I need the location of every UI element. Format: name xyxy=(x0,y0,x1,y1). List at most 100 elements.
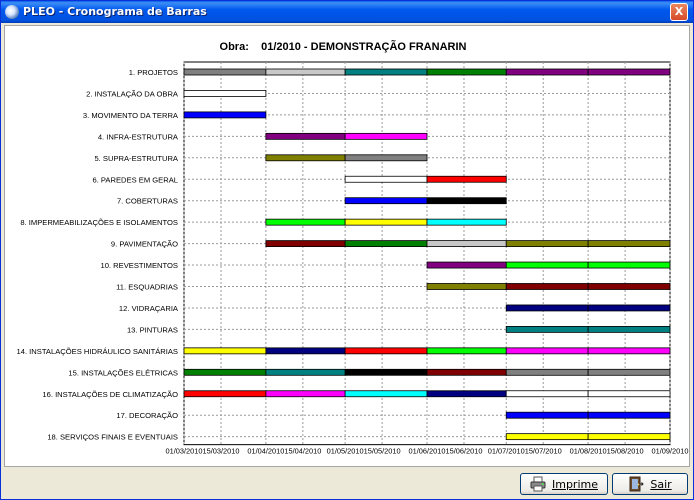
exit-button-label: Sair xyxy=(650,477,672,491)
task-bar-segment xyxy=(505,411,589,419)
task-label: 15. INSTALAÇÕES ELÉTRICAS xyxy=(68,368,178,377)
task-bar-segment xyxy=(426,368,507,376)
window-title: PLEO - Cronograma de Barras xyxy=(23,5,207,18)
x-axis-ticks: 01/03/2010 15/03/2010 01/04/2010 15/04/2010… xyxy=(166,447,689,456)
task-bar-segment xyxy=(587,347,671,355)
gantt-chart: Obra: 01/2010 - DEMONSTRAÇÃO FRANARIN 1.… xyxy=(17,40,689,456)
task-bar-segment xyxy=(505,433,589,441)
x-tick-label: 01/06/2010 xyxy=(409,447,446,456)
task-bar-segment xyxy=(344,68,428,76)
task-bar-segment xyxy=(344,240,428,248)
task-bar-segment xyxy=(426,390,507,398)
task-label: 9. PAVIMENTAÇÃO xyxy=(111,240,178,249)
close-icon: X xyxy=(674,5,684,18)
x-tick-label: 15/03/2010 xyxy=(202,447,239,456)
task-label: 2. INSTALAÇÃO DA OBRA xyxy=(86,89,179,98)
task-bar-segment xyxy=(505,283,589,290)
task-bar-segment xyxy=(426,261,507,269)
task-bar-segment xyxy=(344,368,428,376)
task-bar-segment xyxy=(587,411,671,419)
task-bar-segment xyxy=(426,197,507,205)
chart-title: Obra: 01/2010 - DEMONSTRAÇÃO FRANARIN xyxy=(220,40,467,53)
task-bar-segment xyxy=(505,261,589,269)
x-tick-label: 15/04/2010 xyxy=(284,447,321,456)
task-bar-segment xyxy=(265,132,346,140)
task-label: 11. ESQUADRIAS xyxy=(116,283,178,292)
task-bar-segment xyxy=(426,283,507,290)
task-label: 17. DECORAÇÃO xyxy=(116,411,178,420)
task-label: 10. REVESTIMENTOS xyxy=(100,261,178,270)
printer-icon xyxy=(530,476,546,492)
task-bar-segment xyxy=(183,90,267,97)
task-bar-segment xyxy=(426,68,507,76)
task-bar-segment xyxy=(587,390,671,398)
task-label: 6. PAREDES EM GERAL xyxy=(92,175,178,184)
task-bar-segment xyxy=(587,325,671,333)
task-bar-segment xyxy=(505,390,589,398)
task-bar-segment xyxy=(344,197,428,205)
x-tick-label: 01/04/2010 xyxy=(247,447,284,456)
task-bar-segment xyxy=(344,390,428,398)
task-label: 3. MOVIMENTO DA TERRA xyxy=(83,111,179,120)
task-label: 4. INFRA-ESTRUTURA xyxy=(98,132,179,141)
task-bar-segment xyxy=(344,175,428,183)
task-bar-segment xyxy=(505,240,589,248)
x-tick-label: 15/05/2010 xyxy=(364,447,401,456)
task-bar-segment xyxy=(505,368,589,376)
task-bar-segment xyxy=(587,304,671,312)
task-bar-segment xyxy=(265,68,346,76)
task-label: 13. PINTURAS xyxy=(127,325,178,334)
task-label: 7. COBERTURAS xyxy=(117,197,178,206)
app-window: PLEO - Cronograma de Barras X Obra: 01/2… xyxy=(0,0,694,500)
exit-button[interactable]: Sair xyxy=(612,473,688,495)
task-bar-segment xyxy=(426,240,507,248)
app-icon xyxy=(5,5,19,19)
task-bar-segment xyxy=(265,390,346,398)
task-bar-segment xyxy=(344,154,428,162)
task-bar-segment xyxy=(183,390,267,398)
task-bar-segment xyxy=(265,347,346,355)
task-bar-segment xyxy=(183,68,267,76)
close-button[interactable]: X xyxy=(670,3,688,21)
task-label: 1. PROJETOS xyxy=(129,68,178,77)
x-tick-label: 15/07/2010 xyxy=(525,447,562,456)
task-bar-segment xyxy=(587,240,671,248)
task-label: 18. SERVIÇOS FINAIS E EVENTUAIS xyxy=(47,433,178,442)
task-bar-segment xyxy=(265,240,346,248)
print-button-label: Imprime xyxy=(551,477,598,491)
task-bar-segment xyxy=(587,433,671,441)
task-bar-segment xyxy=(587,283,671,290)
exit-door-icon xyxy=(628,476,645,492)
task-bar-segment xyxy=(426,218,507,226)
task-bar-segment xyxy=(183,368,267,376)
task-bar-segment xyxy=(505,68,589,76)
x-tick-label: 01/09/2010 xyxy=(652,447,689,456)
task-bar-segment xyxy=(587,368,671,376)
task-bar-segment xyxy=(426,347,507,355)
task-label: 5. SUPRA-ESTRUTURA xyxy=(94,154,178,163)
grid-lines xyxy=(183,61,671,446)
task-label: 16. INSTALAÇÕES DE CLIMATIZAÇÃO xyxy=(42,390,178,399)
task-bar-segment xyxy=(344,132,428,140)
task-label: 12. VIDRAÇARIA xyxy=(119,304,179,313)
task-bar-segment xyxy=(344,347,428,355)
print-button[interactable]: Imprime xyxy=(520,473,608,495)
task-bar-segment xyxy=(505,325,589,333)
chart-panel: Obra: 01/2010 - DEMONSTRAÇÃO FRANARIN 1.… xyxy=(4,25,690,467)
x-tick-label: 01/05/2010 xyxy=(327,447,364,456)
task-bar-segment xyxy=(265,154,346,162)
title-bar[interactable]: PLEO - Cronograma de Barras X xyxy=(1,1,693,23)
task-bar-segment xyxy=(505,347,589,355)
x-tick-label: 01/03/2010 xyxy=(166,447,203,456)
x-tick-label: 15/06/2010 xyxy=(445,447,482,456)
x-tick-label: 01/07/2010 xyxy=(488,447,525,456)
task-labels: 1. PROJETOS 2. INSTALAÇÃO DA OBRA 3. MOVIM… xyxy=(17,68,179,442)
task-bar-segment xyxy=(344,218,428,226)
x-tick-label: 01/08/2010 xyxy=(570,447,607,456)
task-bar-segment xyxy=(183,111,267,119)
task-bar-segment xyxy=(265,368,346,376)
task-bar-segment xyxy=(265,218,346,226)
x-tick-label: 15/08/2010 xyxy=(607,447,644,456)
task-bar-segment xyxy=(426,175,507,183)
task-bar-segment xyxy=(505,304,589,312)
